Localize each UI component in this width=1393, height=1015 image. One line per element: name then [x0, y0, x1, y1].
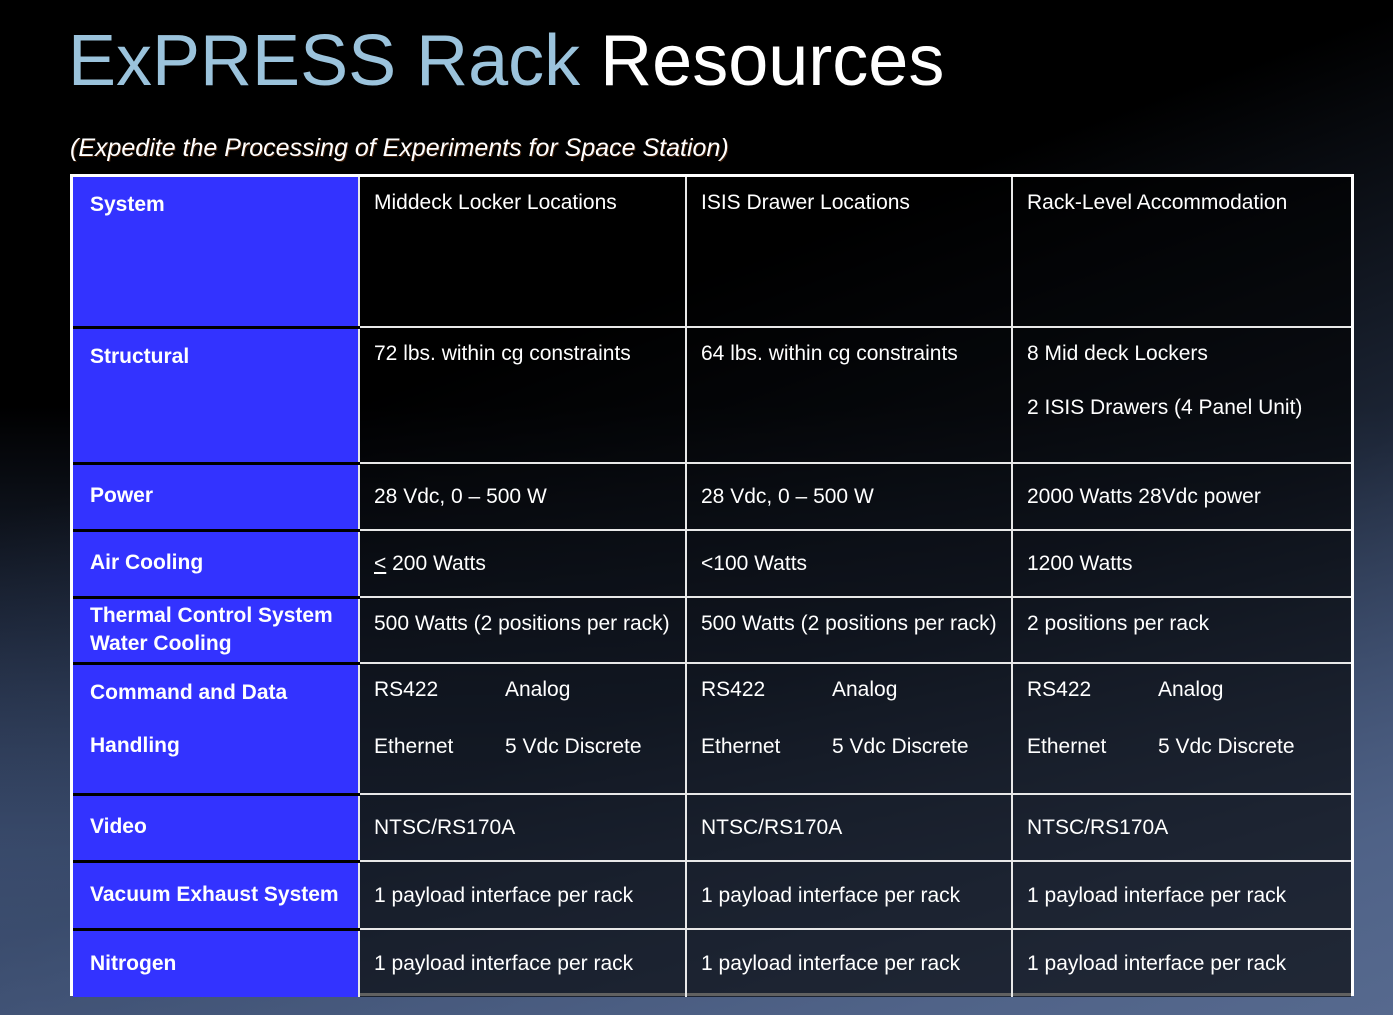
row-label-nitrogen: Nitrogen: [73, 929, 359, 997]
less-than-or-equal-symbol: <: [374, 552, 387, 576]
cdh-rack-bus: RS422: [1027, 678, 1092, 701]
page-subtitle: (Expedite the Processing of Experiments …: [70, 134, 729, 162]
cell-structural-rack-line1: 8 Mid deck Lockers: [1027, 342, 1208, 365]
row-label-vacuum-exhaust-system: Vacuum Exhaust System: [73, 861, 359, 931]
resources-table-container: System Middeck Locker Locations ISIS Dra…: [70, 174, 1354, 997]
cdh-middeck-bus: RS422: [374, 678, 439, 701]
table-row: Power 28 Vdc, 0 – 500 W 28 Vdc, 0 – 500 …: [73, 463, 1351, 532]
cell-structural-isis: 64 lbs. within cg constraints: [685, 327, 1012, 464]
cell-air-cooling-isis: <100 Watts: [685, 530, 1012, 598]
cell-air-cooling-rack: 1200 Watts: [1011, 530, 1351, 598]
cell-thermal-rack: 2 positions per rack: [1011, 597, 1351, 664]
cdh-middeck-analog: Analog: [505, 678, 571, 701]
cell-vacuum-isis: 1 payload interface per rack: [685, 861, 1012, 930]
table-header-system: System: [73, 177, 359, 329]
cell-nitrogen-middeck: 1 payload interface per rack: [358, 929, 686, 997]
cdh-middeck-discrete: 5 Vdc Discrete: [505, 734, 642, 758]
cell-cdh-middeck: RS422 Analog Ethernet 5 Vdc Discrete: [358, 663, 686, 795]
cell-cdh-isis: RS422 Analog Ethernet 5 Vdc Discrete: [685, 663, 1012, 795]
row-label-cdh-line1: Command and Data: [90, 680, 288, 704]
row-label-structural: Structural: [73, 327, 359, 465]
cell-cdh-rack: RS422 Analog Ethernet 5 Vdc Discrete: [1011, 663, 1351, 795]
cdh-middeck-ethernet: Ethernet: [374, 734, 454, 758]
row-label-air-cooling: Air Cooling: [73, 530, 359, 599]
cdh-rack-analog: Analog: [1158, 678, 1224, 701]
cdh-isis-analog: Analog: [832, 678, 898, 701]
cdh-isis-discrete: 5 Vdc Discrete: [832, 734, 969, 758]
cdh-rack-discrete: 5 Vdc Discrete: [1158, 734, 1295, 758]
table-row: Command and Data Handling RS422 Analog E…: [73, 663, 1351, 796]
table-row: Thermal Control System Water Cooling 500…: [73, 597, 1351, 665]
cell-structural-rack: 8 Mid deck Lockers 2 ISIS Drawers (4 Pan…: [1011, 327, 1351, 464]
cell-video-isis: NTSC/RS170A: [685, 794, 1012, 862]
cell-thermal-isis: 500 Watts (2 positions per rack): [685, 597, 1012, 664]
cdh-isis-ethernet: Ethernet: [701, 734, 781, 758]
table-row: Video NTSC/RS170A NTSC/RS170A NTSC/RS170…: [73, 794, 1351, 863]
row-label-thermal-control: Thermal Control System Water Cooling: [73, 597, 359, 665]
table-header-isis: ISIS Drawer Locations: [685, 177, 1012, 328]
table-row: Vacuum Exhaust System 1 payload interfac…: [73, 861, 1351, 931]
cell-power-rack: 2000 Watts 28Vdc power: [1011, 463, 1351, 531]
cell-video-rack: NTSC/RS170A: [1011, 794, 1351, 862]
cell-nitrogen-rack: 1 payload interface per rack: [1011, 929, 1351, 997]
row-label-cdh-line2: Handling: [90, 733, 180, 757]
cell-air-cooling-middeck-value: 200 Watts: [386, 552, 486, 576]
row-label-command-data-handling: Command and Data Handling: [73, 663, 359, 796]
cell-thermal-middeck: 500 Watts (2 positions per rack): [358, 597, 686, 664]
cell-vacuum-middeck: 1 payload interface per rack: [358, 861, 686, 930]
cell-power-isis: 28 Vdc, 0 – 500 W: [685, 463, 1012, 531]
table-header-middeck: Middeck Locker Locations: [358, 177, 686, 328]
table-row: Structural 72 lbs. within cg constraints…: [73, 327, 1351, 465]
row-label-video: Video: [73, 794, 359, 863]
cell-air-cooling-middeck: < 200 Watts: [358, 530, 686, 598]
cell-structural-rack-line2: 2 ISIS Drawers (4 Panel Unit): [1027, 395, 1303, 419]
cell-nitrogen-isis: 1 payload interface per rack: [685, 929, 1012, 997]
cell-vacuum-rack: 1 payload interface per rack: [1011, 861, 1351, 930]
row-label-power: Power: [73, 463, 359, 532]
cell-video-middeck: NTSC/RS170A: [358, 794, 686, 862]
cdh-isis-bus: RS422: [701, 678, 766, 701]
table-header-row: System Middeck Locker Locations ISIS Dra…: [73, 177, 1351, 329]
table-row: Air Cooling < 200 Watts <100 Watts 1200 …: [73, 530, 1351, 599]
cell-structural-middeck: 72 lbs. within cg constraints: [358, 327, 686, 464]
cell-power-middeck: 28 Vdc, 0 – 500 W: [358, 463, 686, 531]
resources-table: System Middeck Locker Locations ISIS Dra…: [73, 177, 1351, 997]
page-title-main: Resources: [600, 21, 945, 101]
table-header-rack: Rack-Level Accommodation: [1011, 177, 1351, 328]
cdh-rack-ethernet: Ethernet: [1027, 734, 1107, 758]
page-title: ExPRESS Rack Resources: [68, 21, 945, 101]
slide-page: ExPRESS Rack Resources (Expedite the Pro…: [0, 0, 1393, 1015]
table-row: Nitrogen 1 payload interface per rack 1 …: [73, 929, 1351, 997]
page-title-accent: ExPRESS Rack: [68, 21, 581, 101]
